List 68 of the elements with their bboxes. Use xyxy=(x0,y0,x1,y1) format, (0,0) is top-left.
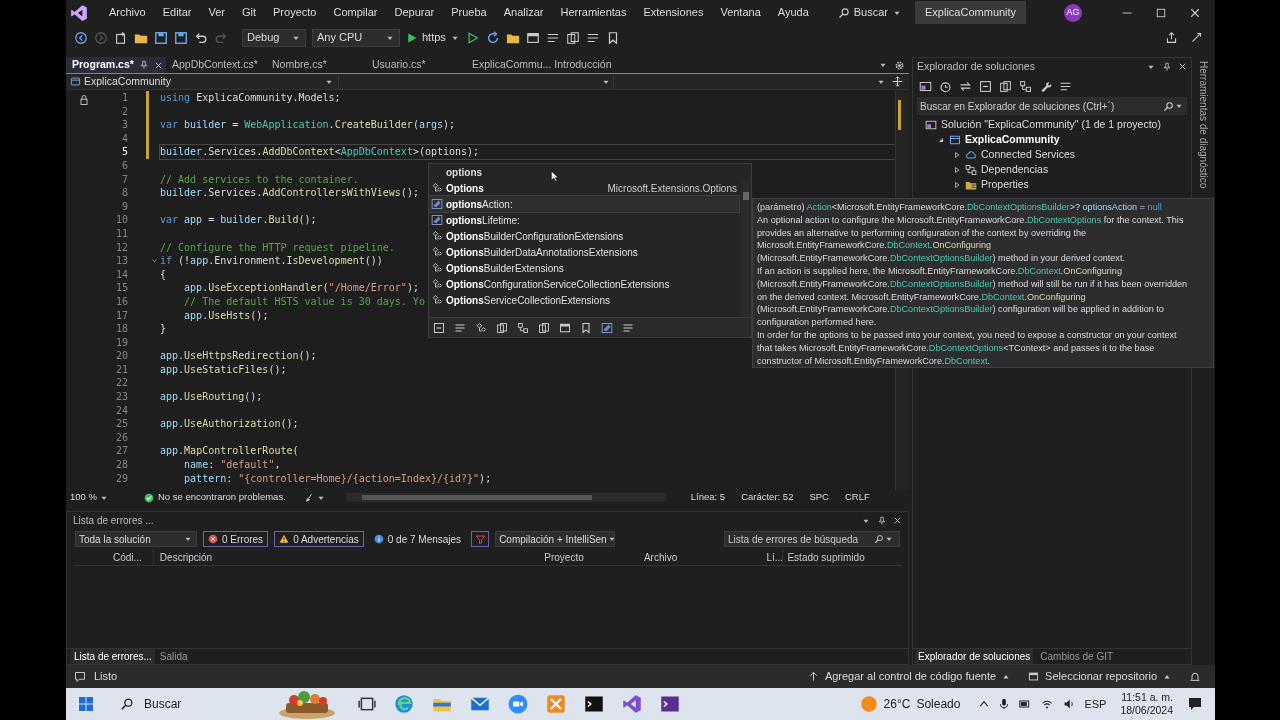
code-line: using ExplicaCommunity.Models; xyxy=(160,91,341,105)
line-number: 10 xyxy=(115,213,128,227)
line-number: 1 xyxy=(121,91,128,105)
line-number: 18 xyxy=(115,322,128,336)
tooltip-text: that takes Microsoft.EntityFrameworkCore.DbContextOptions<TContext> and passes it to the base xyxy=(757,341,1156,355)
line-number: 11 xyxy=(115,226,128,241)
line-number: 25 xyxy=(115,417,128,431)
line-number: 5 xyxy=(121,145,128,159)
line-number: 7 xyxy=(121,172,128,187)
tooltip-text: In order for the options to be passed into your context, you need to expose a constructor on your context xyxy=(757,328,1178,342)
line-number: 6 xyxy=(121,158,128,173)
tooltip-text: An optional action to configure the Microsoft.EntityFrameworkCore.DbContextOptions for the context. This xyxy=(757,213,1185,227)
code-line: app.UseAuthorization(); xyxy=(160,417,299,431)
panel-title: Explorador de soluciones xyxy=(917,58,1035,74)
line-number: 16 xyxy=(115,294,128,309)
tooltip-text: on the derived context. Microsoft.EntityFrameworkCore.DbContext.OnConfiguring xyxy=(757,290,1087,304)
line-number: 15 xyxy=(115,281,128,295)
status-text: Listo xyxy=(94,669,118,685)
line-number: 22 xyxy=(115,376,128,391)
code-line: // Configure the HTTP request pipeline. xyxy=(160,240,395,255)
code-line: app.UseExceptionHandler("/Home/Error"); xyxy=(183,281,419,295)
code-line: // The default HSTS value is 30 days. Yo xyxy=(183,294,425,309)
code-line: app.UseRouting(); xyxy=(160,390,263,404)
line-number: 12 xyxy=(115,240,128,255)
code-line: if (!app.Environment.IsDevelopment()) xyxy=(160,254,383,268)
line-number: 21 xyxy=(115,362,128,377)
line-number: 24 xyxy=(115,403,128,418)
tooltip-text: (Microsoft.EntityFrameworkCore.DbContextOptionsBuilder) configuration will be applied in addition to xyxy=(757,303,1165,317)
tooltip-text: If an action is supplied here, the Microsoft.EntityFrameworkCore.DbContext.OnConfiguring xyxy=(757,265,1123,278)
tooltip-text: (Microsoft.EntityFrameworkCore.DbContextOptionsBuilder) method in your derived context. xyxy=(757,252,1126,265)
code-line: builder.Services.AddControllersWithViews(); xyxy=(160,186,419,200)
tooltip-text: provides an alternative to performing configuration of the context by overriding the xyxy=(757,226,1088,240)
tooltip-text: Microsoft.EntityFrameworkCore.DbContext.OnConfiguring xyxy=(757,239,992,253)
completion-filter-text: options xyxy=(446,165,483,180)
code-line: app.MapControllerRoute( xyxy=(160,444,299,459)
code-line: pattern: "{controller=Home}/{action=Index}/{id?}"); xyxy=(183,471,492,486)
code-line: name: "default", xyxy=(183,458,281,472)
line-number: 19 xyxy=(115,335,128,350)
tooltip-text: (Microsoft.EntityFrameworkCore.DbContextOptionsBuilder) method will still be run if it has been overridden xyxy=(757,277,1189,291)
line-number: 8 xyxy=(121,186,128,200)
signature-text: (parámetro) Action<Microsoft.EntityFrameworkCore.DbContextOptionsBuilder>? optionsAction = null xyxy=(757,201,1163,214)
line-number: 29 xyxy=(115,471,128,486)
panel-title: Lista de errores ... xyxy=(73,514,154,528)
line-number: 17 xyxy=(115,308,128,323)
line-number: 26 xyxy=(115,430,128,445)
line-number: 23 xyxy=(115,390,128,404)
code-line: builder.Services.AddDbContext<AppDbContext>(options); xyxy=(160,145,480,159)
line-number: 2 xyxy=(121,104,128,119)
line-number: 3 xyxy=(121,118,128,132)
line-number: 4 xyxy=(121,131,128,146)
code-line: app.UseStaticFiles(); xyxy=(160,362,287,377)
code-line: app.UseHttpsRedirection(); xyxy=(160,349,317,363)
line-number: 20 xyxy=(115,349,128,363)
namespace-label: Microsoft.Extensions.Options xyxy=(607,181,738,196)
line-number: 13 xyxy=(115,254,128,268)
line-number: 28 xyxy=(115,458,128,472)
code-line: { xyxy=(160,267,167,282)
code-line: var app = builder.Build(); xyxy=(160,213,317,227)
code-line: var builder = WebApplication.CreateBuilder(args); xyxy=(160,118,456,132)
line-number: 27 xyxy=(115,444,128,459)
tooltip-text: configuration performed here. xyxy=(757,316,878,329)
line-number: 9 xyxy=(121,199,128,214)
line-number: 14 xyxy=(115,267,128,282)
code-line: app.UseHsts(); xyxy=(183,308,269,323)
tooltip-text: constructor of Microsoft.EntityFrameworkCore.DbContext. xyxy=(757,354,991,368)
code-line: } xyxy=(160,322,167,336)
code-line: // Add services to the container. xyxy=(160,172,359,187)
solution-name-badge: ExplicaCommunity xyxy=(915,1,1027,24)
